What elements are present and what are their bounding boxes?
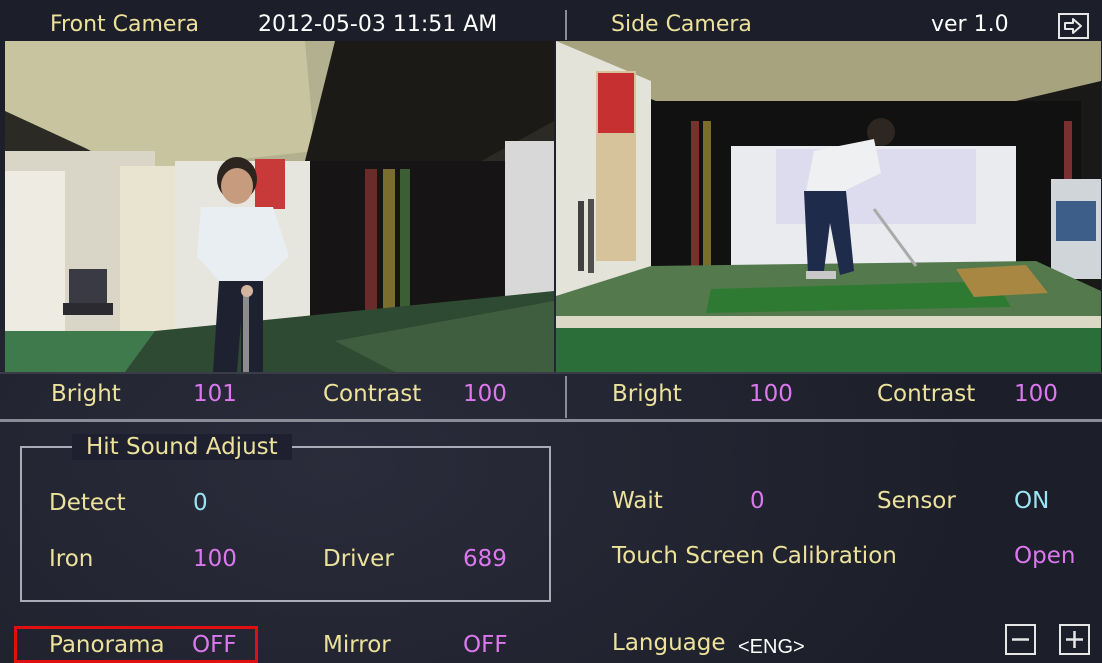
side-camera-feed bbox=[556, 41, 1101, 372]
driver-value[interactable]: 689 bbox=[463, 546, 507, 572]
wait-value[interactable]: 0 bbox=[750, 488, 765, 514]
front-camera-title: Front Camera bbox=[50, 12, 199, 37]
adjust-row-divider bbox=[565, 376, 567, 418]
front-camera-feed bbox=[5, 41, 554, 372]
side-contrast-label: Contrast bbox=[877, 381, 976, 407]
golf-sim-settings-screen: Front Camera 2012-05-03 11:51 AM Side Ca… bbox=[0, 0, 1102, 663]
version-label: ver 1.0 bbox=[931, 12, 1009, 37]
minus-icon[interactable] bbox=[1005, 624, 1036, 655]
plus-icon[interactable] bbox=[1059, 624, 1090, 655]
language-label: Language bbox=[612, 630, 726, 656]
side-contrast-value[interactable]: 100 bbox=[1014, 381, 1058, 407]
exit-icon[interactable] bbox=[1058, 13, 1089, 39]
front-contrast-value[interactable]: 100 bbox=[463, 381, 507, 407]
language-value[interactable]: <ENG> bbox=[738, 636, 805, 659]
wait-label: Wait bbox=[612, 488, 663, 514]
hit-sound-title: Hit Sound Adjust bbox=[72, 434, 292, 460]
side-bright-value[interactable]: 100 bbox=[749, 381, 793, 407]
mirror-label: Mirror bbox=[323, 632, 391, 658]
mirror-value[interactable]: OFF bbox=[463, 632, 508, 658]
datetime-display: 2012-05-03 11:51 AM bbox=[258, 12, 498, 37]
hit-sound-adjust-panel bbox=[20, 446, 551, 602]
detect-label: Detect bbox=[49, 490, 126, 516]
side-bright-label: Bright bbox=[612, 381, 682, 407]
front-bright-label: Bright bbox=[51, 381, 121, 407]
touch-calibration-label: Touch Screen Calibration bbox=[612, 543, 897, 569]
sensor-label: Sensor bbox=[877, 488, 956, 514]
feed-bottom-divider bbox=[0, 372, 1102, 374]
header-divider bbox=[565, 10, 567, 40]
side-camera-title: Side Camera bbox=[611, 12, 752, 37]
panorama-highlight-box bbox=[14, 626, 258, 663]
front-bright-value[interactable]: 101 bbox=[193, 381, 237, 407]
iron-label: Iron bbox=[49, 546, 94, 572]
sensor-value[interactable]: ON bbox=[1014, 488, 1049, 514]
driver-label: Driver bbox=[323, 546, 394, 572]
front-contrast-label: Contrast bbox=[323, 381, 422, 407]
adjust-row-bottom-divider bbox=[0, 419, 1102, 422]
touch-calibration-open[interactable]: Open bbox=[1014, 543, 1075, 569]
detect-value[interactable]: 0 bbox=[193, 490, 208, 516]
iron-value[interactable]: 100 bbox=[193, 546, 237, 572]
